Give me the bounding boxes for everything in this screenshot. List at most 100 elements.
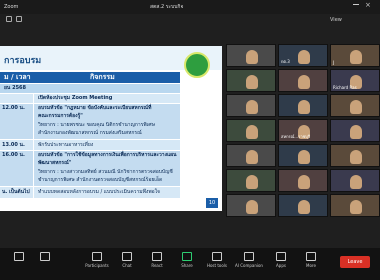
participant-name: สหกรณ์...ราชบุรี (281, 134, 310, 139)
participant-tile[interactable] (226, 194, 276, 217)
date-label: ยน 2568 (4, 85, 27, 91)
participant-gallery: กต.3 J Richard Ras สหกรณ์...ราชบุรี (226, 44, 380, 217)
top-toolbar: View (0, 14, 380, 26)
time-cell: 13.00 น. (0, 140, 34, 150)
activity-line: เปิดห้องประชุม Zoom Meeting (38, 95, 113, 101)
avatar (350, 175, 362, 189)
participant-tile[interactable] (278, 69, 328, 92)
app-title: Zoom (4, 4, 19, 10)
close-icon[interactable]: × (365, 2, 372, 9)
more-button[interactable]: More (296, 252, 326, 268)
participant-tile[interactable] (330, 94, 380, 117)
share-icon (182, 252, 192, 261)
shield-icon[interactable] (16, 16, 22, 22)
participant-tile[interactable] (278, 94, 328, 117)
table-row: เปิดห้องประชุม Zoom Meeting (0, 93, 180, 103)
avatar (246, 175, 258, 189)
time-cell (0, 94, 34, 103)
participant-tile[interactable] (330, 194, 380, 217)
avatar (350, 125, 362, 139)
activity-line: วิทยากร : นางสาวกมลทิพย์ สวนมณี นักวิชาก… (38, 169, 173, 175)
time-cell: 16.00 น. (0, 151, 34, 186)
participant-tile[interactable] (278, 169, 328, 192)
participant-tile[interactable] (226, 169, 276, 192)
activity-line: คณะกรรมการต้องรู้" (38, 113, 83, 119)
avatar (246, 75, 258, 89)
participant-tile[interactable] (330, 169, 380, 192)
meeting-controls: Participants Chat React Share Host tools… (0, 248, 380, 280)
participant-tile[interactable]: J (330, 44, 380, 67)
time-cell: 12.00 น. (0, 104, 34, 139)
participant-name: กต.3 (281, 59, 290, 64)
chat-icon (122, 252, 132, 261)
leave-button[interactable]: Leave (340, 256, 370, 268)
col-activity-header: กิจกรรม (90, 73, 115, 81)
participant-tile[interactable] (226, 144, 276, 167)
avatar (298, 200, 310, 214)
activity-line: พัฒนาสหกรณ์" (38, 160, 72, 166)
video-button[interactable] (30, 252, 60, 263)
share-button[interactable]: Share (172, 252, 202, 268)
avatar (350, 50, 362, 64)
avatar (298, 50, 310, 64)
activity-line: อบรมหัวข้อ "กฎหมาย ข้อบังคับและระเบียบสห… (38, 105, 152, 111)
activity-line: วิทยากร : นายพรชนะ ขอบคุณ นิติกรชำนาญการ… (38, 122, 155, 128)
avatar (350, 200, 362, 214)
shared-slide: การอบรม ม / เวลา กิจกรรม ยน 2568 เปิดห้อ… (0, 46, 222, 211)
activity-line: พักรับประทานอาหารเที่ยง (38, 142, 94, 148)
avatar (298, 150, 310, 164)
avatar (246, 100, 258, 114)
ai-companion-button[interactable]: AI Companion (234, 252, 264, 268)
participant-tile[interactable]: กต.3 (278, 44, 328, 67)
avatar (246, 200, 258, 214)
table-row: 13.00 น. พักรับประทานอาหารเที่ยง (0, 139, 180, 150)
avatar (246, 50, 258, 64)
react-button[interactable]: React (142, 252, 172, 268)
table-header: ม / เวลา กิจกรรม (0, 72, 180, 83)
title-bar: Zoom สตส.2 ระบบกิจ × (0, 0, 380, 14)
heart-icon (152, 252, 162, 261)
activity-line: อบรมหัวข้อ "การใช้ข้อมูลทางการเงินเพื่อก… (38, 152, 177, 158)
participant-tile[interactable] (330, 119, 380, 142)
apps-icon (276, 252, 286, 261)
participant-name: J (333, 60, 335, 65)
people-icon (92, 252, 102, 261)
avatar (350, 150, 362, 164)
microphone-icon (14, 252, 24, 261)
avatar (246, 125, 258, 139)
more-icon (306, 252, 316, 261)
participant-tile[interactable] (278, 144, 328, 167)
avatar (246, 150, 258, 164)
avatar (298, 75, 310, 89)
table-row: น. เป็นต้นไป ทำแบบทดสอบหลังการอบรม / แบบ… (0, 186, 180, 198)
avatar (298, 100, 310, 114)
activity-line: ทำแบบทดสอบหลังการอบรม / แบบประเมินความพึ… (38, 189, 160, 195)
camera-icon (40, 252, 50, 261)
participant-tile[interactable] (226, 44, 276, 67)
avatar (298, 175, 310, 189)
col-time-header: ม / เวลา (4, 73, 31, 81)
avatar (350, 100, 362, 114)
participant-tile[interactable] (226, 94, 276, 117)
apps-button[interactable]: Apps (266, 252, 296, 268)
meeting-title: สตส.2 ระบบกิจ (150, 4, 184, 10)
participant-tile[interactable]: Richard Ras (330, 69, 380, 92)
participant-tile[interactable] (330, 144, 380, 167)
view-button[interactable]: View (330, 14, 342, 26)
shield-icon (212, 252, 222, 261)
activity-line: สำนักงานกองพัฒนาสหกรณ์ กรมส่งเสริมสหกรณ์ (38, 130, 142, 136)
activity-line: ชำนาญการพิเศษ สำนักงานตรวจสอบบัญชีสหกรณ์… (38, 177, 163, 183)
chat-button[interactable]: Chat (112, 252, 142, 268)
time-cell: น. เป็นต้นไป (0, 187, 34, 198)
host-tools-button[interactable]: Host tools (202, 252, 232, 268)
minimize-icon[interactable] (353, 4, 359, 5)
participant-tile[interactable] (226, 119, 276, 142)
participant-tile[interactable]: สหกรณ์...ราชบุรี (278, 119, 328, 142)
info-icon[interactable] (6, 16, 12, 22)
participants-button[interactable]: Participants (82, 252, 112, 268)
date-row: ยน 2568 (0, 84, 180, 93)
page-number: 10 (206, 198, 218, 208)
sparkle-icon (244, 252, 254, 261)
participant-tile[interactable] (226, 69, 276, 92)
participant-tile[interactable] (278, 194, 328, 217)
